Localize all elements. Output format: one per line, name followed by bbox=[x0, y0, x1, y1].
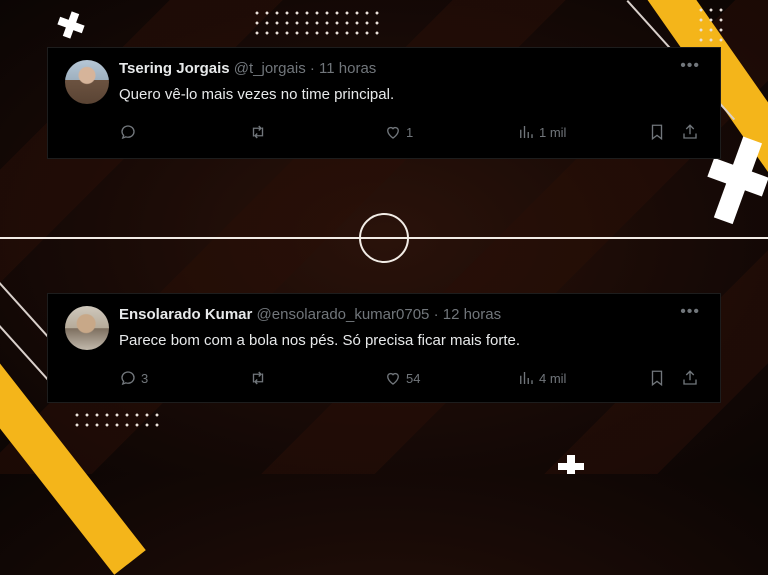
more-icon[interactable]: ••• bbox=[680, 303, 700, 321]
like-count: 1 bbox=[406, 124, 414, 140]
views-count: 1 mil bbox=[539, 124, 567, 140]
bookmark-icon bbox=[651, 124, 663, 141]
tweet-actions: 3 54 4 mil bbox=[119, 367, 704, 389]
tweet-text: Quero vê-lo mais vezes no time principal… bbox=[119, 86, 395, 103]
more-icon[interactable]: ••• bbox=[680, 57, 700, 75]
plus-decor-top-left bbox=[57, 11, 85, 39]
reply-button[interactable] bbox=[119, 121, 141, 143]
retweet-button[interactable] bbox=[249, 121, 271, 143]
views-button[interactable]: 4 mil bbox=[517, 367, 566, 389]
bookmark-button[interactable] bbox=[648, 367, 666, 389]
like-button[interactable]: 1 bbox=[384, 121, 413, 143]
author-handle[interactable]: @t_jorgais bbox=[234, 60, 306, 77]
like-count: 54 bbox=[406, 370, 421, 386]
views-count: 4 mil bbox=[539, 370, 567, 386]
retweet-button[interactable] bbox=[249, 367, 271, 389]
reply-icon bbox=[121, 371, 135, 386]
tweet-time[interactable]: 12 horas bbox=[443, 306, 501, 323]
author-name[interactable]: Tsering Jorgais bbox=[119, 60, 230, 77]
reply-button[interactable]: 3 bbox=[119, 367, 148, 389]
author-handle[interactable]: @ensolarado_kumar0705 bbox=[257, 306, 430, 323]
separator: · bbox=[309, 60, 315, 77]
like-icon bbox=[387, 126, 399, 139]
dot-pattern-bottom bbox=[72, 410, 162, 430]
share-icon bbox=[683, 124, 697, 139]
tweet-actions: 1 1 mil bbox=[119, 121, 704, 143]
author-name[interactable]: Ensolarado Kumar bbox=[119, 306, 252, 323]
share-button[interactable] bbox=[681, 121, 699, 143]
dot-pattern-top bbox=[252, 8, 382, 38]
avatar[interactable] bbox=[65, 306, 109, 350]
bookmark-icon bbox=[651, 370, 663, 387]
pitch-center-circle bbox=[359, 213, 409, 263]
tweet-header: Tsering Jorgais @t_jorgais · 11 horas bbox=[119, 60, 376, 77]
share-icon bbox=[683, 370, 697, 385]
share-button[interactable] bbox=[681, 367, 699, 389]
views-icon bbox=[520, 372, 533, 384]
retweet-icon bbox=[252, 371, 264, 385]
like-button[interactable]: 54 bbox=[384, 367, 420, 389]
plus-decor-bottom bbox=[558, 455, 584, 474]
tweet-text: Parece bom com a bola nos pés. Só precis… bbox=[119, 332, 521, 349]
tweet-time[interactable]: 11 horas bbox=[319, 60, 376, 77]
separator: · bbox=[433, 306, 439, 323]
retweet-icon bbox=[252, 125, 264, 139]
tweet-card[interactable]: Ensolarado Kumar @ensolarado_kumar0705 ·… bbox=[47, 293, 721, 403]
like-icon bbox=[387, 372, 399, 385]
reply-icon bbox=[121, 125, 135, 140]
tweet-card[interactable]: Tsering Jorgais @t_jorgais · 11 horas ••… bbox=[47, 47, 721, 159]
views-icon bbox=[520, 126, 533, 138]
reply-count: 3 bbox=[141, 370, 149, 386]
dot-pattern-top-right bbox=[696, 5, 726, 45]
avatar[interactable] bbox=[65, 60, 109, 104]
tweet-header: Ensolarado Kumar @ensolarado_kumar0705 ·… bbox=[119, 306, 501, 323]
views-button[interactable]: 1 mil bbox=[517, 121, 566, 143]
bookmark-button[interactable] bbox=[648, 121, 666, 143]
